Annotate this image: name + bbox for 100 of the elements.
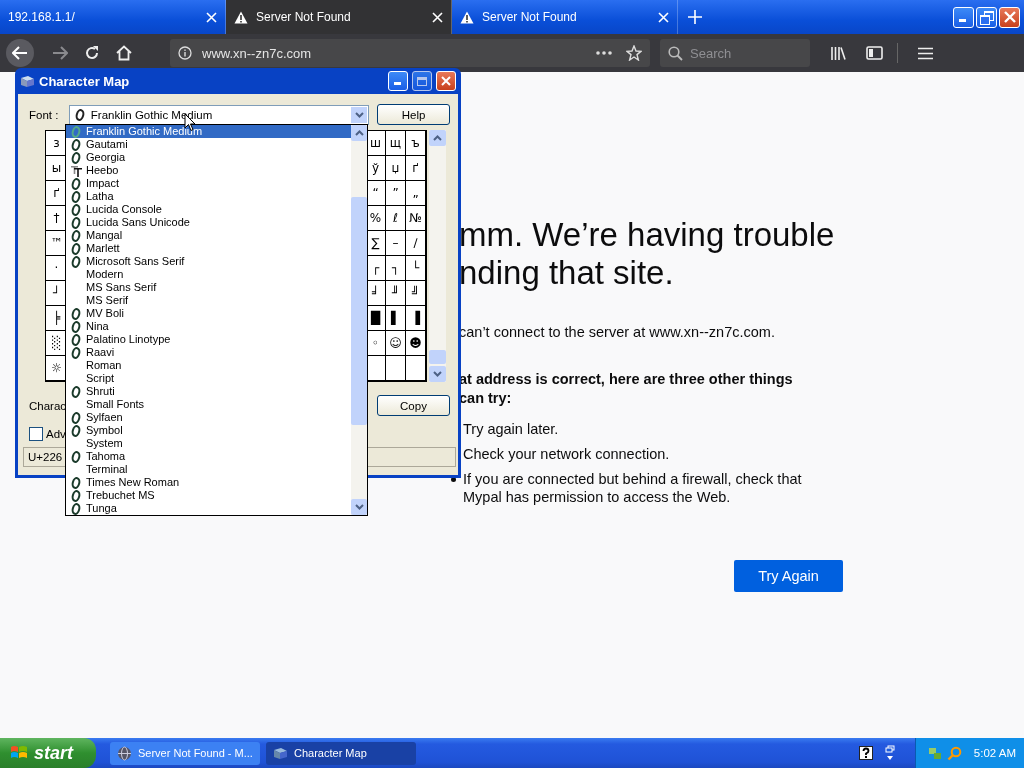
font-option[interactable]: Symbol [66, 424, 351, 437]
search-icon [668, 46, 683, 61]
taskbar-button[interactable]: Server Not Found - M... [110, 741, 260, 765]
font-label: Font : [29, 108, 60, 121]
font-dropdown[interactable]: Franklin Gothic Medium [68, 104, 370, 125]
font-option[interactable]: Tahoma [66, 450, 351, 463]
info-icon[interactable] [178, 46, 192, 60]
font-option[interactable]: Sylfaen [66, 411, 351, 424]
font-option[interactable]: Latha [66, 190, 351, 203]
font-option[interactable]: Raavi [66, 346, 351, 359]
font-option[interactable]: Georgia [66, 151, 351, 164]
font-option[interactable]: MS Sans Serif [66, 281, 351, 294]
font-option[interactable]: MV Boli [66, 307, 351, 320]
minimize-button[interactable] [953, 6, 974, 28]
tab-title: 192.168.1.1/ [8, 10, 76, 24]
character-cell[interactable] [405, 355, 426, 381]
close-icon [1003, 11, 1016, 23]
scroll-down-icon[interactable] [354, 504, 364, 510]
opentype-icon [71, 216, 81, 229]
advanced-label: Adv [46, 428, 66, 440]
font-option[interactable]: Roman [66, 359, 351, 372]
close-icon[interactable] [206, 11, 217, 23]
font-option[interactable]: Marlett [66, 242, 351, 255]
restore-button[interactable] [976, 6, 997, 28]
opentype-icon [71, 190, 81, 203]
more-icon[interactable] [596, 51, 612, 55]
font-option[interactable]: MS Serif [66, 294, 351, 307]
copy-button[interactable]: Copy [377, 395, 450, 416]
font-option[interactable]: Mangal [66, 229, 351, 242]
charmap-icon [273, 746, 288, 760]
font-option[interactable]: Impact [66, 177, 351, 190]
menu-icon[interactable] [918, 46, 933, 60]
font-option[interactable]: Tunga [66, 502, 351, 515]
font-option[interactable]: Trebuchet MS [66, 489, 351, 502]
opentype-icon [71, 333, 81, 346]
star-icon[interactable] [626, 45, 642, 61]
new-tab-icon[interactable] [688, 10, 702, 24]
sidebar-icon[interactable] [866, 46, 883, 60]
suggestion-text: Check your network connection. [463, 445, 671, 463]
start-button[interactable]: start [0, 738, 96, 768]
clock: 5:02 AM [973, 747, 1016, 759]
opentype-icon [71, 307, 81, 320]
font-option[interactable]: System [66, 437, 351, 450]
font-option[interactable]: Lucida Console [66, 203, 351, 216]
error-heading: mm. We’re having trouble nding that site. [459, 216, 836, 292]
scroll-thumb[interactable] [429, 350, 446, 364]
library-icon[interactable] [830, 45, 846, 61]
close-button[interactable] [999, 6, 1020, 28]
browser-tab[interactable]: Server Not Found [226, 0, 452, 34]
help-icon[interactable] [858, 746, 873, 760]
opentype-icon [71, 151, 81, 164]
font-option[interactable]: Lucida Sans Unicode [66, 216, 351, 229]
opentype-icon [71, 229, 81, 242]
try-again-button[interactable]: Try Again [734, 560, 843, 592]
reload-icon[interactable] [84, 45, 100, 61]
scroll-thumb[interactable] [351, 197, 367, 425]
scrollbar[interactable] [351, 125, 367, 515]
help-button[interactable]: Help [377, 104, 450, 125]
opentype-icon [71, 203, 81, 216]
opentype-icon [71, 476, 81, 489]
font-option[interactable]: Franklin Gothic Medium [66, 125, 351, 138]
font-option[interactable]: Gautami [66, 138, 351, 151]
minimize-button[interactable] [388, 71, 408, 91]
close-button[interactable] [436, 71, 456, 91]
tab-title: Server Not Found [482, 10, 578, 24]
close-icon [441, 76, 451, 86]
charmap-icon [20, 74, 35, 88]
home-icon[interactable] [116, 45, 132, 61]
globe-icon [117, 745, 132, 761]
forward-icon[interactable] [52, 46, 68, 60]
close-icon[interactable] [658, 11, 669, 23]
restore-icon[interactable] [884, 745, 895, 761]
close-icon[interactable] [432, 11, 443, 23]
scroll-up-icon[interactable] [354, 130, 364, 136]
opentype-icon [71, 125, 81, 138]
scroll-up-icon[interactable] [433, 135, 442, 141]
taskbar-button[interactable]: Character Map [266, 741, 416, 765]
opentype-icon [71, 242, 81, 255]
font-option[interactable]: Shruti [66, 385, 351, 398]
font-option[interactable]: Microsoft Sans Serif [66, 255, 351, 268]
font-option[interactable]: Modern [66, 268, 351, 281]
font-option[interactable]: Nina [66, 320, 351, 333]
tab-title: Server Not Found [256, 10, 352, 24]
font-option[interactable]: Heebo [66, 164, 351, 177]
characters-label: Charac [29, 399, 67, 412]
windows-flag-icon [10, 745, 28, 761]
suggestion-text: If you are connected but behind a firewall, check that Mypal has permission to access the Web. [463, 470, 803, 506]
search-field[interactable]: Search [660, 39, 810, 67]
font-option[interactable]: Small Fonts [66, 398, 351, 411]
font-option[interactable]: Palatino Linotype [66, 333, 351, 346]
scroll-down-icon[interactable] [433, 371, 442, 377]
font-option[interactable]: Script [66, 372, 351, 385]
advanced-checkbox[interactable] [29, 427, 43, 441]
font-option[interactable]: Times New Roman [66, 476, 351, 489]
back-button[interactable] [6, 39, 34, 67]
address-bar[interactable]: www.xn--zn7c.com [170, 39, 650, 67]
scrollbar[interactable] [429, 130, 446, 382]
opentype-icon [71, 489, 81, 502]
truetype-icon [70, 164, 82, 177]
opentype-icon [71, 320, 81, 333]
